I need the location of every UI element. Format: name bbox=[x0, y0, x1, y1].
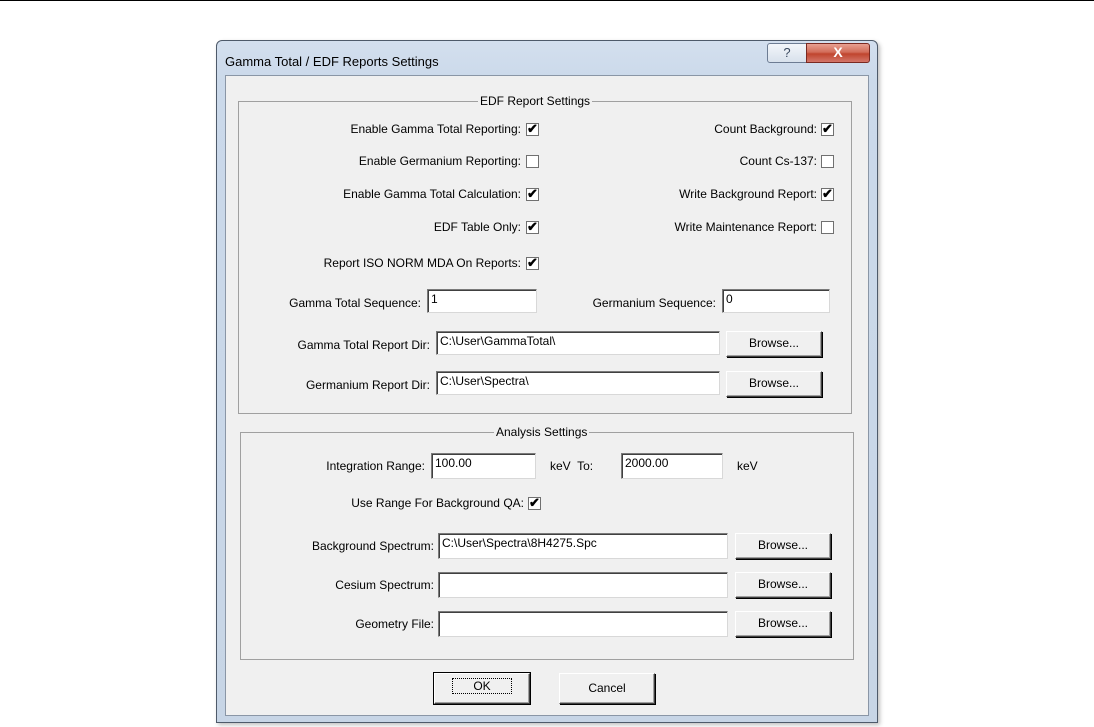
checkmark-icon: ✔ bbox=[529, 495, 540, 510]
analysis-group-legend: Analysis Settings bbox=[494, 425, 590, 439]
integration-range-from-input[interactable]: 100.00 bbox=[431, 453, 536, 479]
background-spectrum-label: Background Spectrum: bbox=[311, 539, 434, 553]
checkmark-icon: ✔ bbox=[822, 186, 833, 201]
write-background-report-checkbox[interactable]: ✔ bbox=[821, 186, 834, 201]
checkmark-icon: ✔ bbox=[822, 121, 833, 136]
ok-button[interactable]: OK bbox=[433, 672, 531, 705]
germanium-report-dir-browse-button[interactable]: Browse... bbox=[726, 371, 822, 397]
cesium-spectrum-label: Cesium Spectrum: bbox=[335, 578, 434, 592]
enable-gamma-total-calculation-label: Enable Gamma Total Calculation: bbox=[343, 187, 521, 201]
help-icon: ? bbox=[783, 45, 791, 60]
integration-range-to-input[interactable]: 2000.00 bbox=[621, 453, 723, 479]
kev-unit-label: keV bbox=[737, 459, 758, 473]
checkmark-icon: ✔ bbox=[527, 219, 538, 234]
checkmark-icon: ✔ bbox=[527, 121, 538, 136]
germanium-sequence-input[interactable]: 0 bbox=[722, 289, 830, 313]
background-spectrum-browse-button[interactable]: Browse... bbox=[735, 533, 831, 559]
cancel-button[interactable]: Cancel bbox=[559, 673, 655, 704]
dialog-title: Gamma Total / EDF Reports Settings bbox=[225, 54, 439, 69]
count-background-checkbox[interactable]: ✔ bbox=[821, 121, 834, 136]
kev-to-label: keV To: bbox=[550, 459, 594, 473]
cesium-spectrum-browse-button[interactable]: Browse... bbox=[735, 572, 831, 598]
close-button[interactable]: X bbox=[806, 43, 870, 63]
geometry-file-label: Geometry File: bbox=[355, 617, 434, 631]
help-button[interactable]: ? bbox=[767, 43, 807, 63]
gamma-total-sequence-input[interactable]: 1 bbox=[427, 289, 537, 313]
count-cs137-checkbox[interactable] bbox=[821, 155, 834, 168]
top-border-line bbox=[0, 0, 1094, 1]
edf-table-only-checkbox[interactable]: ✔ bbox=[526, 219, 539, 234]
geometry-file-input[interactable] bbox=[438, 611, 728, 637]
close-icon: X bbox=[833, 44, 843, 60]
write-background-report-label: Write Background Report: bbox=[679, 187, 817, 201]
edf-group-legend: EDF Report Settings bbox=[478, 94, 593, 108]
background-spectrum-input[interactable]: C:\User\Spectra\8H4275.Spc bbox=[438, 533, 728, 559]
write-maintenance-report-checkbox[interactable] bbox=[821, 221, 834, 234]
germanium-report-dir-label: Germanium Report Dir: bbox=[305, 378, 430, 392]
geometry-file-browse-button[interactable]: Browse... bbox=[735, 611, 831, 637]
dialog-window: Gamma Total / EDF Reports Settings ? X E… bbox=[216, 40, 878, 723]
checkmark-icon: ✔ bbox=[527, 255, 538, 270]
enable-gamma-total-reporting-label: Enable Gamma Total Reporting: bbox=[350, 122, 521, 136]
enable-gamma-total-reporting-checkbox[interactable]: ✔ bbox=[526, 121, 539, 136]
ok-button-label: OK bbox=[452, 678, 512, 694]
gamma-total-report-dir-input[interactable]: C:\User\GammaTotal\ bbox=[436, 331, 720, 355]
title-bar[interactable]: Gamma Total / EDF Reports Settings ? X bbox=[217, 41, 877, 74]
gamma-total-report-dir-browse-button[interactable]: Browse... bbox=[726, 331, 822, 357]
enable-germanium-reporting-checkbox[interactable] bbox=[526, 155, 539, 168]
gamma-total-report-dir-label: Gamma Total Report Dir: bbox=[297, 338, 431, 352]
germanium-report-dir-input[interactable]: C:\User\Spectra\ bbox=[436, 371, 720, 395]
integration-range-label: Integration Range: bbox=[326, 459, 425, 473]
report-iso-norm-mda-label: Report ISO NORM MDA On Reports: bbox=[323, 256, 521, 270]
write-maintenance-report-label: Write Maintenance Report: bbox=[674, 220, 817, 234]
cesium-spectrum-input[interactable] bbox=[438, 572, 728, 598]
count-cs137-label: Count Cs-137: bbox=[739, 154, 817, 168]
count-background-label: Count Background: bbox=[714, 122, 817, 136]
enable-germanium-reporting-label: Enable Germanium Reporting: bbox=[358, 154, 521, 168]
use-range-background-qa-checkbox[interactable]: ✔ bbox=[528, 495, 541, 510]
edf-table-only-label: EDF Table Only: bbox=[433, 220, 521, 234]
report-iso-norm-mda-checkbox[interactable]: ✔ bbox=[526, 255, 539, 270]
germanium-sequence-label: Germanium Sequence: bbox=[592, 296, 716, 310]
checkmark-icon: ✔ bbox=[527, 186, 538, 201]
analysis-settings-group: Analysis Settings Integration Range: 100… bbox=[240, 425, 854, 660]
edf-report-settings-group: EDF Report Settings Enable Gamma Total R… bbox=[238, 94, 852, 414]
use-range-background-qa-label: Use Range For Background QA: bbox=[351, 496, 524, 510]
dialog-client-area: EDF Report Settings Enable Gamma Total R… bbox=[225, 75, 869, 716]
gamma-total-sequence-label: Gamma Total Sequence: bbox=[289, 296, 421, 310]
enable-gamma-total-calculation-checkbox[interactable]: ✔ bbox=[526, 186, 539, 201]
